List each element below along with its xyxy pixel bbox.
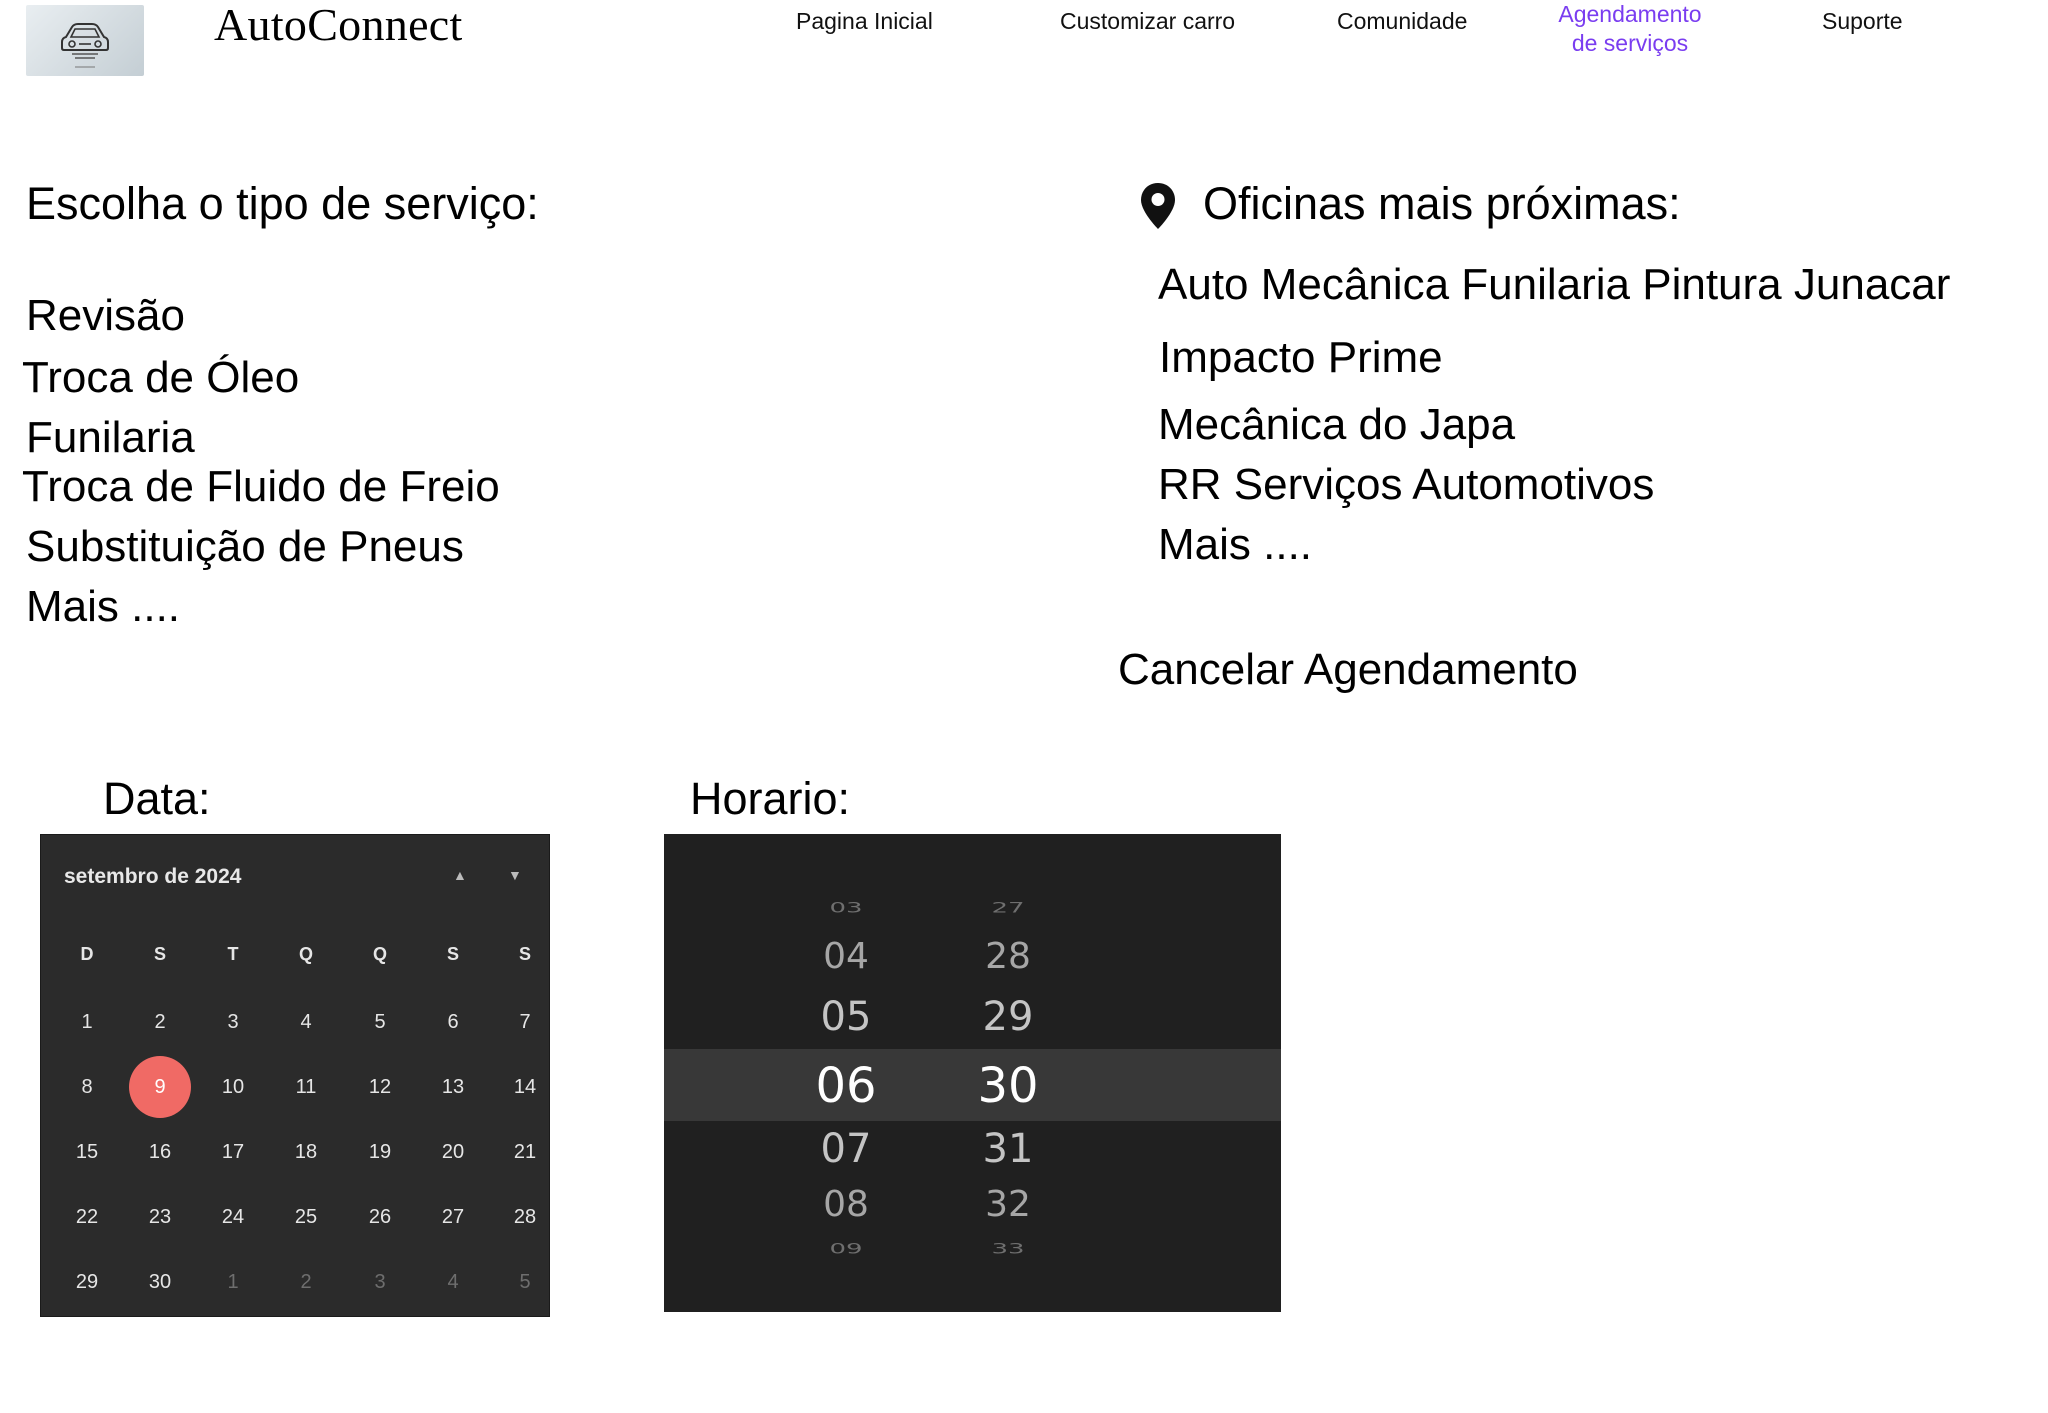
- calendar: setembro de 2024 ▲ ▼ DSTQQSS 1 2 3 4 5 6 7 8 9 10…: [40, 834, 550, 1317]
- workshop-item-junacar[interactable]: Auto Mecânica Funilaria Pintura Junacar: [1158, 260, 1950, 310]
- nav-suporte[interactable]: Suporte: [1822, 8, 1903, 35]
- time-label: Horario:: [690, 773, 851, 824]
- next-month-icon[interactable]: ▼: [508, 867, 522, 883]
- calendar-day[interactable]: 5: [345, 1011, 415, 1034]
- workshop-item-mais[interactable]: Mais ....: [1158, 520, 1312, 570]
- calendar-day[interactable]: 29: [52, 1271, 122, 1294]
- calendar-day[interactable]: 17: [198, 1141, 268, 1164]
- hour-option[interactable]: 07: [801, 1126, 891, 1172]
- previous-month-icon[interactable]: ▲: [453, 867, 467, 883]
- workshop-item-rr-servicos[interactable]: RR Serviços Automotivos: [1158, 460, 1654, 510]
- workshop-item-impacto-prime[interactable]: Impacto Prime: [1159, 333, 1443, 383]
- calendar-month-title: setembro de 2024: [64, 865, 242, 888]
- calendar-day-next-month[interactable]: 2: [271, 1271, 341, 1294]
- minute-option[interactable]: 33: [963, 1241, 1053, 1258]
- service-item-funilaria[interactable]: Funilaria: [26, 413, 195, 463]
- minute-option[interactable]: 27: [963, 900, 1053, 917]
- calendar-day[interactable]: 27: [418, 1206, 488, 1229]
- weekday-label: Q: [372, 944, 387, 964]
- cancel-appointment-button[interactable]: Cancelar Agendamento: [1118, 645, 1578, 695]
- calendar-day[interactable]: 26: [345, 1206, 415, 1229]
- hour-option[interactable]: 03: [801, 900, 891, 917]
- calendar-day[interactable]: 30: [125, 1271, 195, 1294]
- minute-option[interactable]: 32: [963, 1184, 1053, 1225]
- minute-option[interactable]: 29: [963, 994, 1053, 1040]
- calendar-day-next-month[interactable]: 3: [345, 1271, 415, 1294]
- weekday-label: T: [227, 944, 239, 964]
- calendar-day[interactable]: 13: [418, 1076, 488, 1099]
- calendar-day-next-month[interactable]: 1: [198, 1271, 268, 1294]
- calendar-day[interactable]: 15: [52, 1141, 122, 1164]
- calendar-day[interactable]: 16: [125, 1141, 195, 1164]
- weekday-label: D: [80, 944, 94, 964]
- calendar-day[interactable]: 14: [490, 1076, 560, 1099]
- calendar-day-next-month[interactable]: 5: [490, 1271, 560, 1294]
- nav-customizar-carro[interactable]: Customizar carro: [1060, 8, 1235, 35]
- calendar-day[interactable]: 3: [198, 1011, 268, 1034]
- date-label: Data:: [103, 773, 211, 824]
- calendar-day[interactable]: 1: [52, 1011, 122, 1034]
- calendar-day[interactable]: 4: [271, 1011, 341, 1034]
- calendar-day[interactable]: 20: [418, 1141, 488, 1164]
- logo[interactable]: [26, 5, 144, 76]
- weekday-label: S: [446, 944, 459, 964]
- workshops-heading: Oficinas mais próximas:: [1203, 178, 1681, 229]
- hour-option[interactable]: 09: [801, 1241, 891, 1258]
- services-heading: Escolha o tipo de serviço:: [26, 178, 539, 229]
- calendar-day[interactable]: 7: [490, 1011, 560, 1034]
- service-item-fluido-freio[interactable]: Troca de Fluido de Freio: [22, 462, 500, 512]
- weekday-label: Q: [298, 944, 313, 964]
- minute-option[interactable]: 31: [963, 1126, 1053, 1172]
- nav-comunidade[interactable]: Comunidade: [1337, 8, 1467, 35]
- hour-option[interactable]: 04: [801, 936, 891, 977]
- location-pin-icon: [1138, 181, 1178, 231]
- nav-pagina-inicial[interactable]: Pagina Inicial: [796, 8, 933, 35]
- workshop-item-mecanica-japa[interactable]: Mecânica do Japa: [1158, 400, 1515, 450]
- nav-agendamento-servicos[interactable]: Agendamento de serviços: [1548, 0, 1712, 58]
- hour-option[interactable]: 05: [801, 994, 891, 1040]
- service-item-mais[interactable]: Mais ....: [26, 582, 180, 632]
- calendar-day[interactable]: 2: [125, 1011, 195, 1034]
- calendar-day[interactable]: 12: [345, 1076, 415, 1099]
- service-item-revisao[interactable]: Revisão: [26, 291, 185, 341]
- calendar-day[interactable]: 23: [125, 1206, 195, 1229]
- calendar-day-next-month[interactable]: 4: [418, 1271, 488, 1294]
- minute-option-selected[interactable]: 30: [963, 1058, 1053, 1114]
- calendar-day[interactable]: 28: [490, 1206, 560, 1229]
- weekday-label: S: [153, 944, 166, 964]
- service-item-troca-oleo[interactable]: Troca de Óleo: [22, 353, 299, 403]
- time-picker[interactable]: 03 04 05 06 07 08 09 27 28 29 30 31 32 33: [664, 834, 1281, 1312]
- calendar-day[interactable]: 11: [271, 1076, 341, 1099]
- calendar-day[interactable]: 10: [198, 1076, 268, 1099]
- weekday-label: S: [518, 944, 531, 964]
- car-icon: [61, 22, 109, 67]
- minute-option[interactable]: 28: [963, 936, 1053, 977]
- service-item-pneus[interactable]: Substituição de Pneus: [26, 522, 464, 572]
- calendar-day[interactable]: 25: [271, 1206, 341, 1229]
- calendar-day[interactable]: 8: [52, 1076, 122, 1099]
- calendar-day[interactable]: 6: [418, 1011, 488, 1034]
- brand-name: AutoConnect: [214, 0, 463, 50]
- calendar-day-selected[interactable]: 9: [129, 1056, 191, 1118]
- hour-option[interactable]: 08: [801, 1184, 891, 1225]
- calendar-day[interactable]: 18: [271, 1141, 341, 1164]
- calendar-day[interactable]: 21: [490, 1141, 560, 1164]
- calendar-day[interactable]: 22: [52, 1206, 122, 1229]
- calendar-day[interactable]: 24: [198, 1206, 268, 1229]
- hour-option-selected[interactable]: 06: [801, 1058, 891, 1114]
- calendar-day[interactable]: 19: [345, 1141, 415, 1164]
